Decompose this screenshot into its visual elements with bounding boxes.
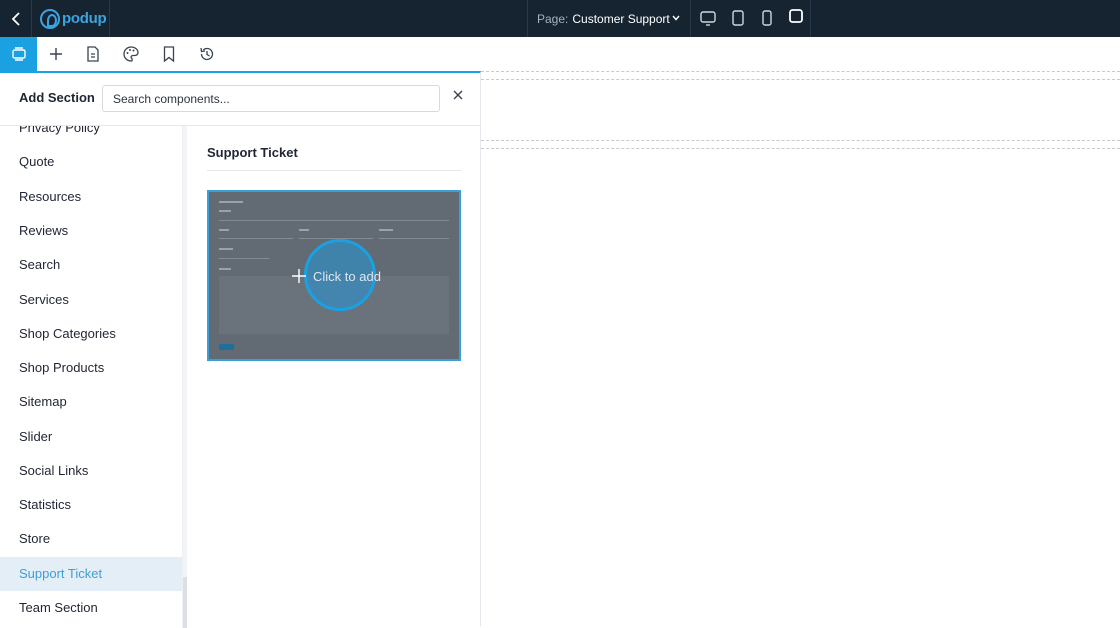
chevron-down-icon xyxy=(672,15,680,21)
page-selector-prefix: Page: xyxy=(537,11,569,26)
category-item[interactable]: Store xyxy=(0,522,182,556)
section-detail-title: Support Ticket xyxy=(207,145,298,160)
mobile-icon[interactable] xyxy=(759,9,775,27)
thumbnail-label xyxy=(219,268,231,270)
sections-icon xyxy=(11,47,26,61)
thumbnail-file-input xyxy=(219,258,269,259)
category-item[interactable]: Reviews xyxy=(0,214,182,248)
add-element-button[interactable] xyxy=(37,37,74,71)
brand-logo[interactable]: podup xyxy=(31,0,110,37)
category-item[interactable]: Quote xyxy=(0,145,182,179)
click-to-add-label: Click to add xyxy=(313,269,381,284)
brand-name: podup xyxy=(62,10,107,27)
chevron-left-icon xyxy=(11,11,20,26)
category-item[interactable]: Privacy Policy xyxy=(0,126,182,145)
thumbnail-submit xyxy=(219,344,234,350)
search-components-input[interactable] xyxy=(102,85,440,112)
support-ticket-preview-card[interactable]: Click to add xyxy=(207,190,461,361)
category-item[interactable]: Shop Categories xyxy=(0,317,182,351)
page-selector-value: Customer Support xyxy=(572,11,670,26)
saved-blocks-button[interactable] xyxy=(150,37,187,71)
category-scrollbar[interactable] xyxy=(183,126,187,628)
panel-title: Add Section xyxy=(19,90,95,105)
thumbnail-select xyxy=(219,238,293,239)
category-item[interactable]: Team Section xyxy=(0,591,182,625)
podup-logo-icon xyxy=(40,8,60,29)
tablet-icon[interactable] xyxy=(730,9,746,27)
thumbnail-label xyxy=(219,229,229,231)
sections-tool-button[interactable] xyxy=(0,37,37,71)
thumbnail-select xyxy=(379,238,449,239)
theme-button[interactable] xyxy=(112,37,149,71)
panel-header: Add Section xyxy=(0,73,480,126)
close-icon[interactable] xyxy=(451,88,465,102)
category-list[interactable]: Privacy Policy Quote Resources Reviews S… xyxy=(0,126,183,628)
section-guide-line xyxy=(481,71,1120,72)
section-guide-line xyxy=(481,140,1120,141)
category-item[interactable]: Resources xyxy=(0,180,182,214)
history-button[interactable] xyxy=(188,37,225,71)
top-bar: podup Page: Customer Support xyxy=(0,0,1120,37)
category-item[interactable]: Social Links xyxy=(0,454,182,488)
category-item[interactable]: Search xyxy=(0,248,182,282)
editor-toolbar xyxy=(0,37,1120,71)
thumbnail-heading xyxy=(219,201,243,203)
category-item[interactable]: Services xyxy=(0,283,182,317)
page-canvas[interactable] xyxy=(481,71,1120,626)
category-item[interactable]: Statistics xyxy=(0,488,182,522)
section-guide-line xyxy=(481,148,1120,149)
divider xyxy=(207,170,461,171)
thumbnail-label xyxy=(219,248,233,250)
thumbnail-label xyxy=(299,229,309,231)
category-item[interactable]: Sitemap xyxy=(0,385,182,419)
category-item[interactable]: Shop Products xyxy=(0,351,182,385)
add-section-panel: Add Section Privacy Policy Quote Resourc… xyxy=(0,71,481,628)
page-selector[interactable]: Page: Customer Support xyxy=(527,0,691,37)
thumbnail-field xyxy=(219,220,449,221)
desktop-icon[interactable] xyxy=(699,9,717,27)
page-icon xyxy=(86,46,99,62)
back-button[interactable] xyxy=(0,0,31,37)
plus-icon xyxy=(49,48,62,60)
device-switcher xyxy=(691,0,811,37)
thumbnail-label xyxy=(379,229,393,231)
category-scrollbar-thumb[interactable] xyxy=(183,577,187,628)
category-item-selected[interactable]: Support Ticket xyxy=(0,557,182,591)
palette-icon xyxy=(122,46,139,62)
history-icon xyxy=(199,47,213,61)
section-guide-line xyxy=(481,79,1120,80)
pages-button[interactable] xyxy=(74,37,111,71)
thumbnail-label xyxy=(219,210,231,212)
plus-icon xyxy=(292,269,306,283)
square-icon[interactable] xyxy=(788,8,804,24)
bookmark-icon xyxy=(163,46,174,63)
category-item[interactable]: Slider xyxy=(0,420,182,454)
